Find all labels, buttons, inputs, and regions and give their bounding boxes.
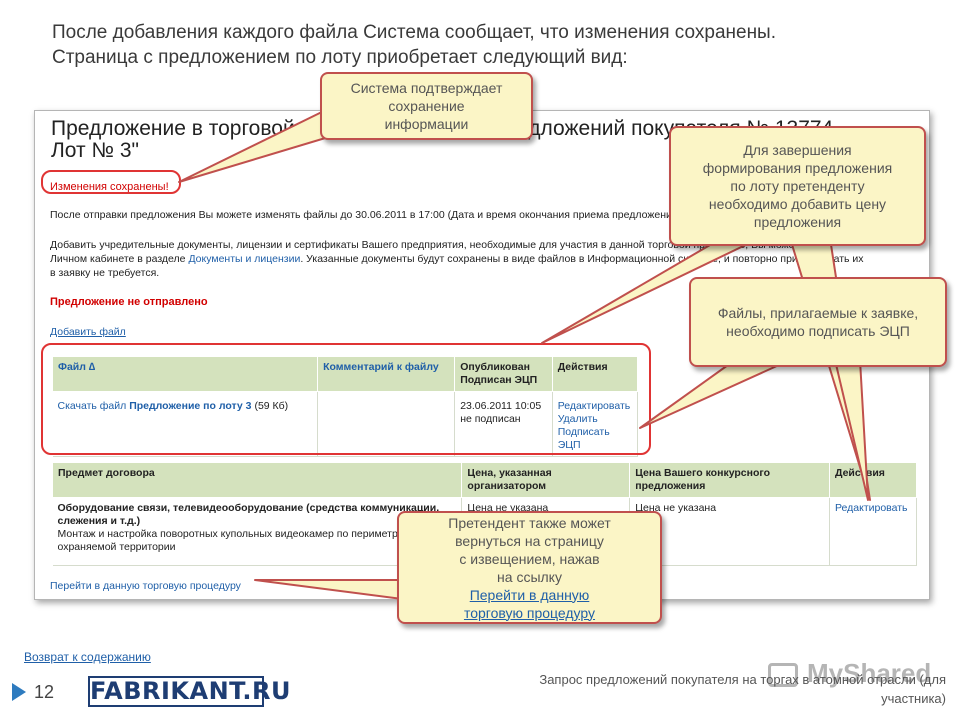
footer-caption: Запрос предложений покупателя на торгах … <box>476 670 946 708</box>
confirm-callout-line-1: Система подтверждает <box>350 80 503 96</box>
return-callout-link-1[interactable]: Перейти в данную <box>470 587 590 603</box>
return-callout-line-2: вернуться на страницу <box>455 532 604 549</box>
documents-text-line-2: Личном кабинете в разделе Документы и ли… <box>50 252 864 266</box>
lots-header-offer-price: Цена Вашего конкурсного предложения <box>629 462 830 498</box>
documents-text-prefix: Личном кабинете в разделе <box>50 253 189 265</box>
return-callout-line-4: на ссылку Перейти в данную <box>448 568 611 604</box>
confirm-callout-line-2: сохранение <box>388 98 465 114</box>
page-number: 12 <box>34 682 55 702</box>
return-callout-link-2[interactable]: торговую процедуру <box>464 605 595 621</box>
footer-caption-line-2: участника) <box>881 691 946 706</box>
intro-line-2: Страница с предложением по лоту приобрет… <box>52 47 628 68</box>
edit-price-link[interactable]: Редактировать <box>835 502 908 514</box>
goto-procedure-link[interactable]: Перейти в данную торговую процедуру <box>50 579 241 593</box>
price-callout-line-2: формирования предложения <box>702 160 893 176</box>
documents-link[interactable]: Документы и лицензии <box>188 253 300 265</box>
documents-text-suffix: . Указанные документы будут сохранены в … <box>300 253 864 265</box>
confirm-callout: Система подтверждает сохранение информац… <box>320 72 533 140</box>
sign-callout-line-2: необходимо подписать ЭЦП <box>726 323 910 339</box>
intro-text: После добавления каждого файла Система с… <box>52 20 932 70</box>
lot-actions-cell: Редактировать <box>829 497 918 566</box>
price-callout-line-1: Для завершения <box>743 142 852 158</box>
footer-caption-line-1: Запрос предложений покупателя на торгах … <box>539 672 946 687</box>
edit-deadline-text: После отправки предложения Вы можете изм… <box>50 209 685 221</box>
fabrikant-logo: FABRIKANT.RU <box>88 676 291 707</box>
price-callout: Для завершения формирования предложения … <box>669 126 926 246</box>
page-title-line-2: Лот № 3" <box>51 139 139 162</box>
back-to-contents-link[interactable]: Возврат к содержанию <box>24 650 151 664</box>
files-table-highlight <box>41 343 651 455</box>
intro-line-1: После добавления каждого файла Система с… <box>52 22 776 43</box>
saved-highlight <box>41 170 181 194</box>
return-callout-line-1: Претендент также может <box>448 514 611 531</box>
return-callout-line-3: с извещением, нажав <box>459 550 600 567</box>
play-arrow-icon <box>12 683 26 701</box>
confirm-callout-line-3: информации <box>384 116 469 132</box>
price-callout-line-5: предложения <box>753 214 842 230</box>
price-callout-line-4: необходимо добавить цену <box>708 196 887 212</box>
sign-callout: Файлы, прилагаемые к заявке, необходимо … <box>689 277 947 367</box>
price-callout-line-3: по лоту претенденту <box>730 178 865 194</box>
not-sent-status: Предложение не отправлено <box>50 296 208 308</box>
return-callout: Претендент также может вернуться на стра… <box>397 511 662 624</box>
sign-callout-line-1: Файлы, прилагаемые к заявке, <box>717 305 919 321</box>
lots-header-org-price: Цена, указанная организатором <box>461 462 631 498</box>
add-file-link[interactable]: Добавить файл <box>50 326 126 338</box>
documents-text-line-3: в заявку не требуется. <box>50 267 160 279</box>
lots-header-actions: Действия <box>828 462 918 498</box>
lots-header-subject: Предмет договора <box>51 462 463 498</box>
return-callout-prefix: на ссылку <box>497 568 562 585</box>
